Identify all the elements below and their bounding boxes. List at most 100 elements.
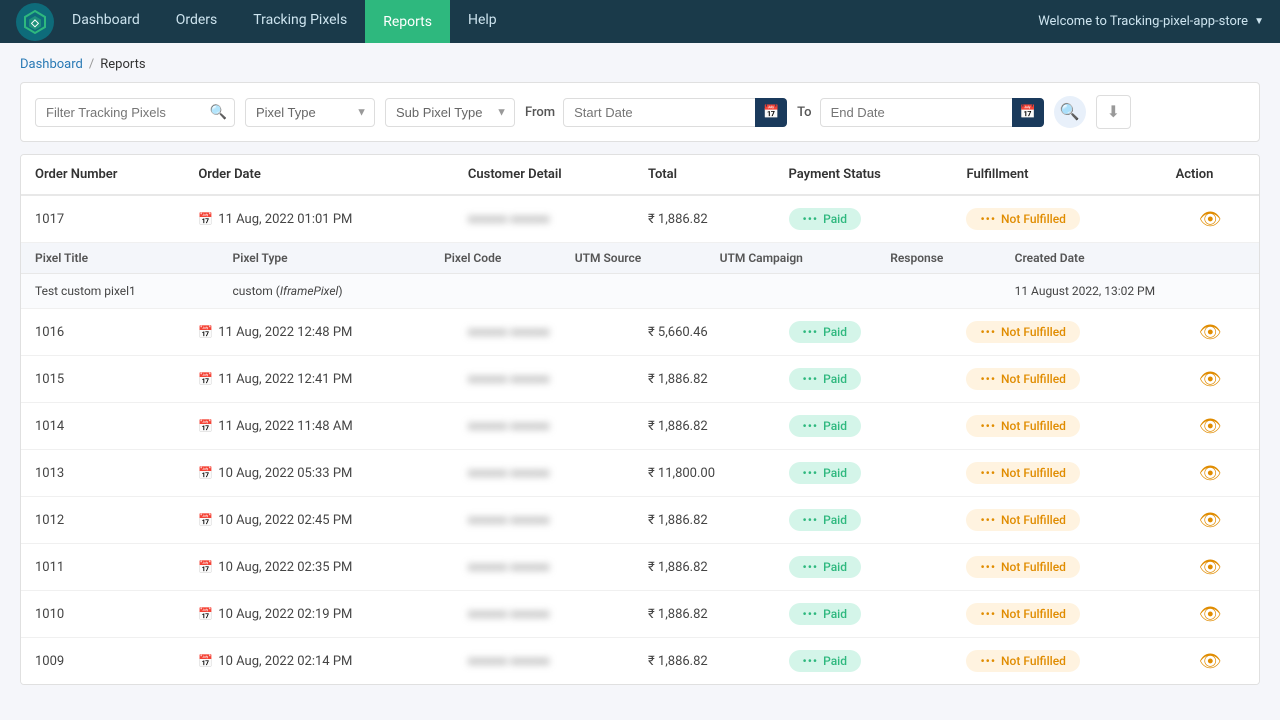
fulfillment-cell: ••• Not Fulfilled xyxy=(952,497,1161,544)
orders-table: Order Number Order Date Customer Detail … xyxy=(21,155,1259,684)
view-button[interactable]: 👁 xyxy=(1176,463,1245,484)
customer-detail-cell: ●●●●● ●●●●● xyxy=(454,356,634,403)
view-button[interactable]: 👁 xyxy=(1176,322,1245,343)
view-button[interactable]: 👁 xyxy=(1176,510,1245,531)
fulfillment-cell: ••• Not Fulfilled xyxy=(952,544,1161,591)
svg-text:◇: ◇ xyxy=(30,18,39,29)
customer-name: ●●●●● ●●●●● xyxy=(468,466,550,481)
filter-tracking-pixels-wrap: 🔍 xyxy=(35,98,235,127)
sub-pixel-type-wrap: Sub Pixel Type ▼ xyxy=(385,98,515,127)
order-date-cell: 📅 11 Aug, 2022 12:48 PM xyxy=(184,309,454,356)
not-fulfilled-badge: ••• Not Fulfilled xyxy=(966,650,1079,672)
action-cell: 👁 xyxy=(1162,450,1259,497)
table-header: Order Number Order Date Customer Detail … xyxy=(21,155,1259,195)
pixel-sub-table: Pixel Title Pixel Type Pixel Code UTM So… xyxy=(21,243,1259,308)
nav-reports[interactable]: Reports xyxy=(365,0,450,43)
fulfillment-cell: ••• Not Fulfilled xyxy=(952,403,1161,450)
filter-search-icon[interactable]: 🔍 xyxy=(210,104,227,121)
customer-detail-cell: ●●●●● ●●●●● xyxy=(454,638,634,685)
view-button[interactable]: 👁 xyxy=(1176,416,1245,437)
total-cell: ₹ 1,886.82 xyxy=(634,638,775,685)
view-button[interactable]: 👁 xyxy=(1176,557,1245,578)
date-icon: 📅 xyxy=(198,419,213,433)
order-date-cell: 📅 10 Aug, 2022 02:19 PM xyxy=(184,591,454,638)
payment-status-cell: ••• Paid xyxy=(775,544,953,591)
to-label: To xyxy=(797,105,811,120)
order-date-cell: 📅 10 Aug, 2022 02:45 PM xyxy=(184,497,454,544)
order-date-cell: 📅 11 Aug, 2022 12:41 PM xyxy=(184,356,454,403)
end-date-input[interactable] xyxy=(820,98,1044,127)
nav-help[interactable]: Help xyxy=(450,0,515,43)
customer-name: ●●●●● ●●●●● xyxy=(468,325,550,340)
order-date-cell: 📅 11 Aug, 2022 11:48 AM xyxy=(184,403,454,450)
filter-tracking-pixels-input[interactable] xyxy=(35,98,235,127)
chevron-down-icon: ▼ xyxy=(1254,16,1264,27)
payment-status-cell: ••• Paid xyxy=(775,450,953,497)
table-row: 1009 📅 10 Aug, 2022 02:14 PM ●●●●● ●●●●●… xyxy=(21,638,1259,685)
order-number-cell: 1011 xyxy=(21,544,184,591)
sub-pixel-type-select[interactable]: Sub Pixel Type xyxy=(385,98,515,127)
end-date-wrap: 📅 xyxy=(820,98,1044,127)
order-number-cell: 1015 xyxy=(21,356,184,403)
view-button[interactable]: 👁 xyxy=(1176,369,1245,390)
col-action: Action xyxy=(1162,155,1259,195)
payment-status-cell: ••• Paid xyxy=(775,309,953,356)
table-row: 1011 📅 10 Aug, 2022 02:35 PM ●●●●● ●●●●●… xyxy=(21,544,1259,591)
paid-badge: ••• Paid xyxy=(789,462,861,484)
calendar-icon: 📅 xyxy=(763,104,779,120)
navbar-welcome: Welcome to Tracking-pixel-app-store ▼ xyxy=(1038,14,1264,29)
table-row: 1015 📅 11 Aug, 2022 12:41 PM ●●●●● ●●●●●… xyxy=(21,356,1259,403)
paid-badge: ••• Paid xyxy=(789,650,861,672)
payment-status-cell: ••• Paid xyxy=(775,356,953,403)
table-row: 1016 📅 11 Aug, 2022 12:48 PM ●●●●● ●●●●●… xyxy=(21,309,1259,356)
nav-tracking-pixels[interactable]: Tracking Pixels xyxy=(235,0,365,43)
action-cell: 👁 xyxy=(1162,403,1259,450)
pixel-type-select[interactable]: Pixel Type xyxy=(245,98,375,127)
total-cell: ₹ 1,886.82 xyxy=(634,544,775,591)
date-icon: 📅 xyxy=(198,212,213,226)
col-total: Total xyxy=(634,155,775,195)
end-date-calendar-button[interactable]: 📅 xyxy=(1012,98,1044,127)
pixel-utm-campaign xyxy=(706,274,877,309)
total-cell: ₹ 1,886.82 xyxy=(634,356,775,403)
paid-badge: ••• Paid xyxy=(789,368,861,390)
customer-detail-cell: ●●●●● ●●●●● xyxy=(454,497,634,544)
table-body: 1017 📅 11 Aug, 2022 01:01 PM ●●●●● ●●●●●… xyxy=(21,195,1259,684)
fulfillment-cell: ••• Not Fulfilled xyxy=(952,591,1161,638)
table-row: 1013 📅 10 Aug, 2022 05:33 PM ●●●●● ●●●●●… xyxy=(21,450,1259,497)
pixel-col-response: Response xyxy=(876,243,1000,274)
search-button[interactable]: 🔍 xyxy=(1054,96,1086,128)
payment-status-cell: ••• Paid xyxy=(775,403,953,450)
customer-detail-cell: ●●●●● ●●●●● xyxy=(454,450,634,497)
view-button[interactable]: 👁 xyxy=(1176,651,1245,672)
order-number-cell: 1017 xyxy=(21,195,184,243)
breadcrumb-parent[interactable]: Dashboard xyxy=(20,57,83,72)
pixel-title: Test custom pixel1 xyxy=(21,274,219,309)
view-button[interactable]: 👁 xyxy=(1176,604,1245,625)
payment-status-cell: ••• Paid xyxy=(775,195,953,243)
nav-dashboard[interactable]: Dashboard xyxy=(54,0,158,43)
main-content: 🔍 Pixel Type ▼ Sub Pixel Type ▼ From 📅 xyxy=(0,82,1280,705)
nav-orders[interactable]: Orders xyxy=(158,0,236,43)
pixel-created-date: 11 August 2022, 13:02 PM xyxy=(1001,274,1259,309)
not-fulfilled-badge: ••• Not Fulfilled xyxy=(966,208,1079,230)
action-cell: 👁 xyxy=(1162,544,1259,591)
order-date-cell: 📅 10 Aug, 2022 05:33 PM xyxy=(184,450,454,497)
pixel-code xyxy=(430,274,561,309)
order-number-cell: 1016 xyxy=(21,309,184,356)
navbar: ◇ Dashboard Orders Tracking Pixels Repor… xyxy=(0,0,1280,43)
date-from-group: From 📅 xyxy=(525,98,787,127)
not-fulfilled-badge: ••• Not Fulfilled xyxy=(966,462,1079,484)
view-button[interactable]: 👁 xyxy=(1176,209,1245,230)
start-date-input[interactable] xyxy=(563,98,787,127)
navbar-links: Dashboard Orders Tracking Pixels Reports… xyxy=(54,0,1038,43)
not-fulfilled-badge: ••• Not Fulfilled xyxy=(966,603,1079,625)
filter-bar: 🔍 Pixel Type ▼ Sub Pixel Type ▼ From 📅 xyxy=(20,82,1260,142)
pixel-utm-source xyxy=(561,274,706,309)
order-number-cell: 1009 xyxy=(21,638,184,685)
logo-icon: ◇ xyxy=(16,3,54,41)
fulfillment-cell: ••• Not Fulfilled xyxy=(952,356,1161,403)
start-date-calendar-button[interactable]: 📅 xyxy=(755,98,787,127)
download-button[interactable]: ⬇ xyxy=(1096,95,1131,129)
pixel-type-val: custom (IframePixel) xyxy=(219,274,431,309)
